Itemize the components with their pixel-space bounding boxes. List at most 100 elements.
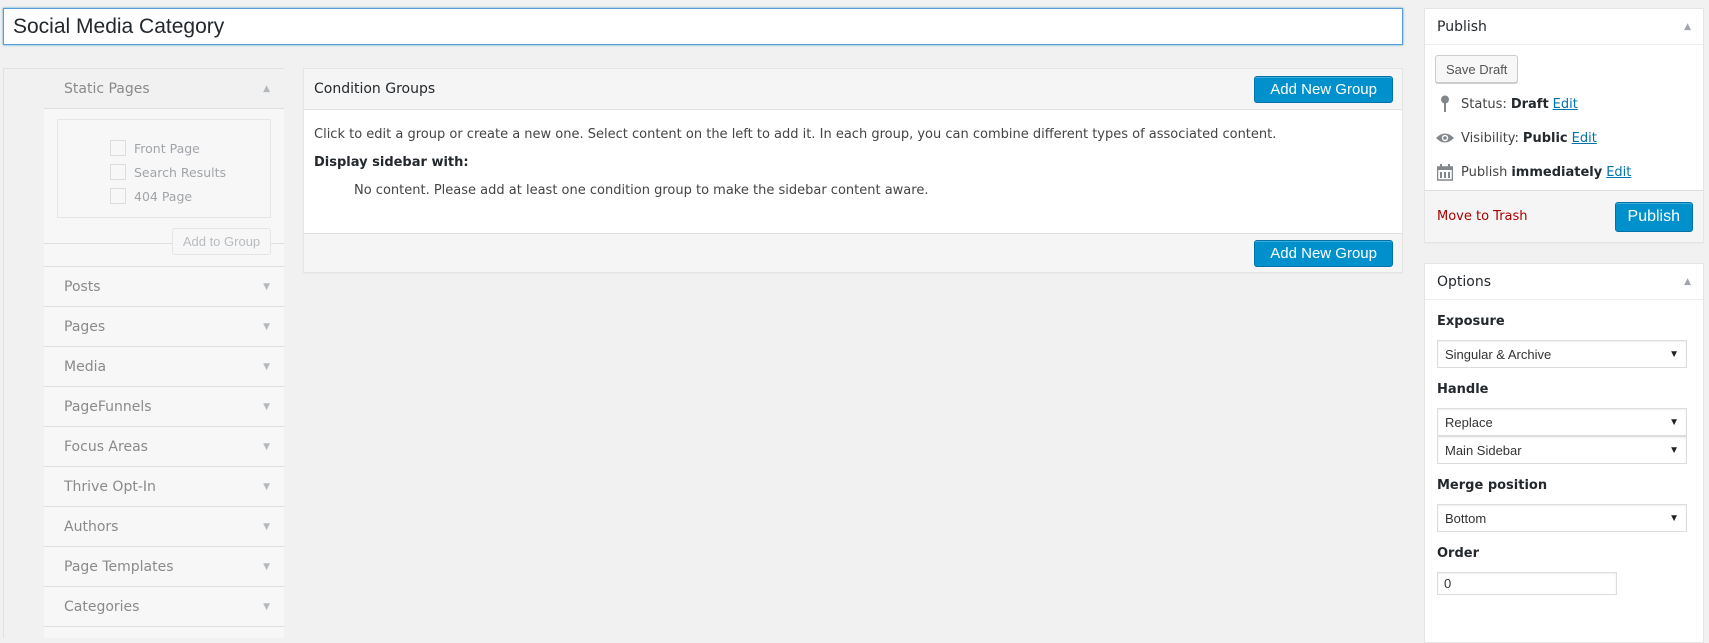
options-box-header[interactable]: Options ▲ (1425, 264, 1703, 300)
caret-down-icon: ▼ (263, 521, 270, 532)
caret-down-icon: ▼ (263, 601, 270, 612)
publish-box-header[interactable]: Publish ▲ (1425, 9, 1703, 45)
accordion-section-pagefunnels[interactable]: PageFunnels ▼ (44, 387, 284, 427)
publish-box-title: Publish (1437, 18, 1487, 35)
edit-publish-date-link[interactable]: Edit (1606, 165, 1631, 180)
publish-value: immediately (1511, 164, 1603, 180)
accordion-section-label: Thrive Opt-In (64, 478, 156, 495)
accordion-section-label: PageFunnels (64, 398, 152, 415)
accordion-section-categories[interactable]: Categories ▼ (44, 587, 284, 627)
order-input[interactable] (1437, 572, 1617, 595)
handle-label: Handle (1437, 382, 1489, 397)
add-new-group-button-bottom[interactable]: Add New Group (1254, 239, 1393, 267)
checkbox-label: Front Page (134, 140, 200, 156)
post-status-row: Status: Draft Edit (1425, 87, 1703, 121)
options-box: Options ▲ Exposure Singular & Archive ▼ … (1424, 263, 1704, 643)
content-accordion: Static Pages ▲ Front Page Search Results… (44, 69, 284, 638)
options-body: Exposure Singular & Archive ▼ Handle Rep… (1425, 314, 1703, 595)
accordion-section-label: Media (64, 358, 107, 375)
checkbox[interactable] (110, 140, 126, 156)
caret-down-icon: ▼ (263, 441, 270, 452)
add-to-group-button[interactable]: Add to Group (172, 228, 271, 255)
accordion-section-posts[interactable]: Posts ▼ (44, 267, 284, 307)
collapse-toggle-icon[interactable]: ▲ (1684, 22, 1691, 32)
static-pages-checklist: Front Page Search Results 404 Page (57, 119, 271, 218)
accordion-section-pages[interactable]: Pages ▼ (44, 307, 284, 347)
checkbox-search-results[interactable]: Search Results (110, 160, 270, 184)
condition-groups-footer: Add New Group (304, 233, 1402, 272)
display-sidebar-label: Display sidebar with: (314, 155, 469, 170)
publish-box: Publish ▲ Save Draft Status: Draft Edit … (1424, 8, 1704, 243)
merge-position-label: Merge position (1437, 478, 1548, 493)
accordion-section-label: Focus Areas (64, 438, 148, 455)
static-pages-content: Front Page Search Results 404 Page Add t… (44, 109, 284, 255)
caret-down-icon: ▼ (263, 321, 270, 332)
accordion-section-thrive-opt-in[interactable]: Thrive Opt-In ▼ (44, 467, 284, 507)
instructions-text: Click to edit a group or create a new on… (314, 127, 1277, 142)
dropdown-arrow-icon: ▼ (1669, 512, 1679, 524)
caret-up-icon: ▲ (263, 83, 270, 94)
status-value: Draft (1510, 96, 1549, 112)
status-label: Status: (1461, 96, 1507, 112)
order-label: Order (1437, 546, 1479, 561)
publish-label: Publish (1461, 164, 1508, 180)
options-box-title: Options (1437, 273, 1492, 290)
publish-date-row: Publish immediately Edit (1425, 155, 1703, 189)
accordion-section-media[interactable]: Media ▼ (44, 347, 284, 387)
checkbox-front-page[interactable]: Front Page (110, 136, 270, 160)
save-draft-button[interactable]: Save Draft (1435, 55, 1519, 83)
accordion-section-label: Pages (64, 318, 106, 335)
condition-groups-panel: Condition Groups Add New Group Click to … (303, 68, 1403, 273)
publish-button[interactable]: Publish (1614, 201, 1693, 232)
checkbox-label: Search Results (134, 164, 227, 180)
edit-status-link[interactable]: Edit (1553, 97, 1578, 112)
dropdown-arrow-icon: ▼ (1669, 444, 1679, 456)
content-selector-panel: Static Pages ▲ Front Page Search Results… (3, 68, 284, 638)
condition-groups-header: Condition Groups Add New Group (304, 69, 1402, 110)
exposure-select[interactable]: Singular & Archive ▼ (1437, 340, 1687, 368)
accordion-section-authors[interactable]: Authors ▼ (44, 507, 284, 547)
edit-visibility-link[interactable]: Edit (1572, 131, 1597, 146)
pin-icon (1435, 95, 1455, 113)
collapse-toggle-icon[interactable]: ▲ (1684, 277, 1691, 287)
move-to-trash-link[interactable]: Move to Trash (1437, 209, 1528, 224)
checkbox[interactable] (110, 164, 126, 180)
dropdown-arrow-icon: ▼ (1669, 348, 1679, 360)
empty-groups-message: No content. Please add at least one cond… (354, 183, 929, 198)
caret-down-icon: ▼ (263, 561, 270, 572)
accordion-section-label: Posts (64, 278, 101, 295)
caret-down-icon: ▼ (263, 281, 270, 292)
visibility-label: Visibility: (1461, 130, 1519, 146)
add-new-group-button-top[interactable]: Add New Group (1254, 75, 1393, 103)
accordion-section-static-pages[interactable]: Static Pages ▲ (44, 69, 284, 109)
accordion-section-label: Page Templates (64, 558, 174, 575)
handle-selected-value: Replace (1445, 414, 1493, 430)
accordion-section-label: Categories (64, 598, 140, 615)
merge-position-select[interactable]: Bottom ▼ (1437, 504, 1687, 532)
eye-icon (1435, 132, 1455, 144)
accordion-section-label: Static Pages (64, 80, 150, 97)
accordion-section-label: Authors (64, 518, 119, 535)
accordion-section-focus-areas[interactable]: Focus Areas ▼ (44, 427, 284, 467)
accordion-section-page-templates[interactable]: Page Templates ▼ (44, 547, 284, 587)
checkbox-404-page[interactable]: 404 Page (110, 184, 270, 208)
visibility-value: Public (1522, 130, 1568, 146)
caret-down-icon: ▼ (263, 401, 270, 412)
target-sidebar-selected-value: Main Sidebar (1445, 442, 1522, 458)
dropdown-arrow-icon: ▼ (1669, 416, 1679, 428)
calendar-icon (1435, 163, 1455, 181)
exposure-label: Exposure (1437, 314, 1505, 329)
caret-down-icon: ▼ (263, 481, 270, 492)
condition-groups-title: Condition Groups (314, 81, 436, 97)
checkbox-label: 404 Page (134, 188, 193, 204)
checkbox[interactable] (110, 188, 126, 204)
handle-select[interactable]: Replace ▼ (1437, 408, 1687, 436)
publish-actions: Move to Trash Publish (1425, 190, 1703, 242)
condition-groups-body: Click to edit a group or create a new on… (304, 110, 1402, 233)
exposure-selected-value: Singular & Archive (1445, 346, 1552, 362)
sidebar-title-input[interactable] (3, 8, 1403, 45)
merge-position-selected-value: Bottom (1445, 510, 1487, 526)
caret-down-icon: ▼ (263, 361, 270, 372)
target-sidebar-select[interactable]: Main Sidebar ▼ (1437, 436, 1687, 464)
visibility-row: Visibility: Public Edit (1425, 121, 1703, 155)
